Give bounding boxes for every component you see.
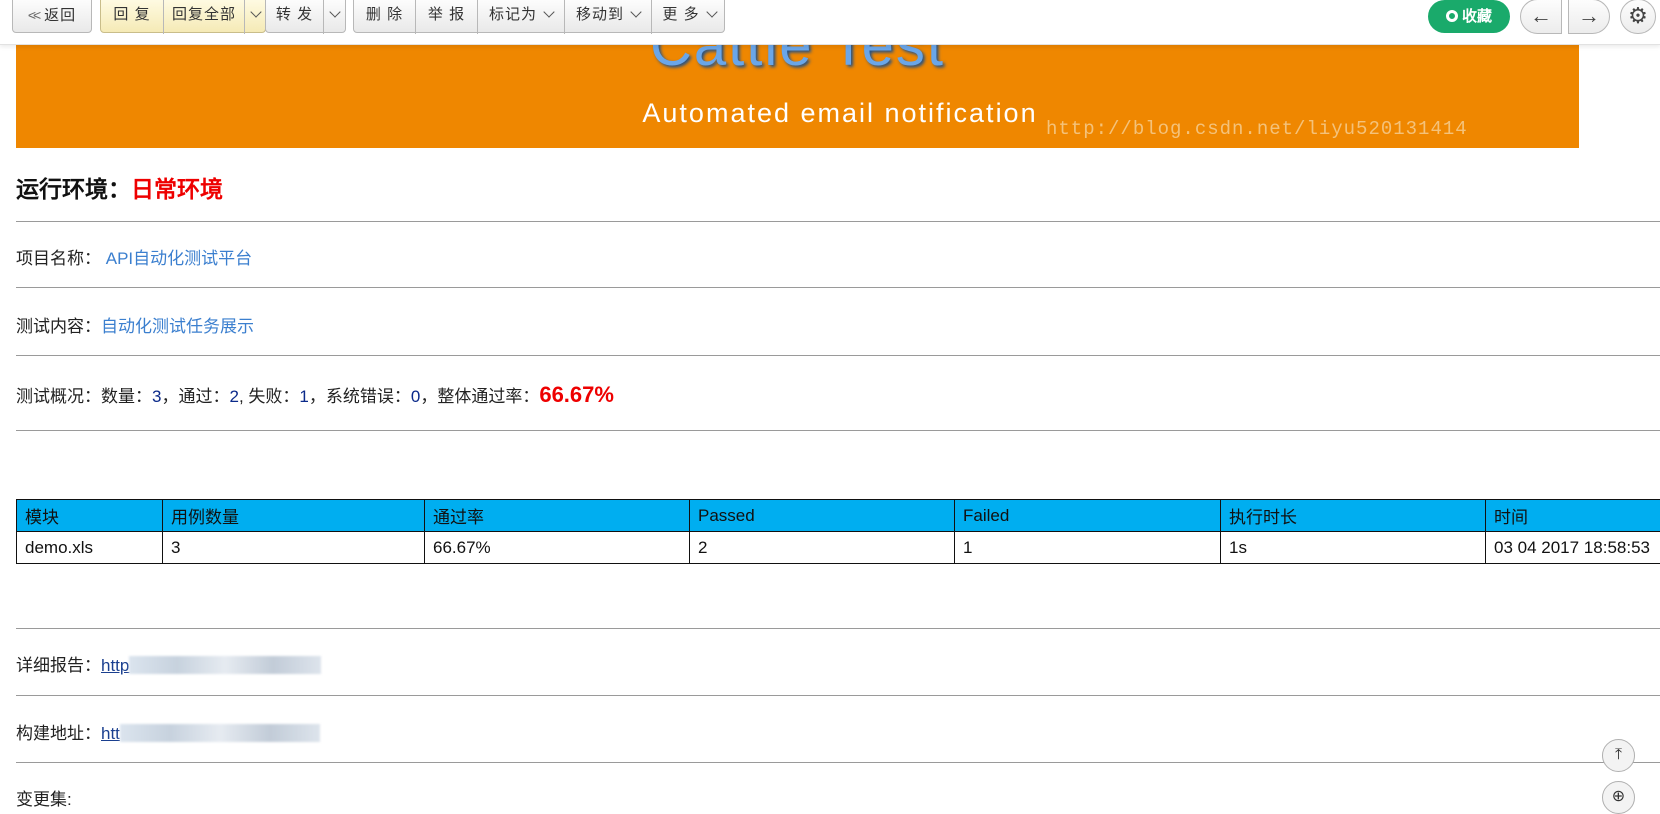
double-chevron-left-icon: <<	[28, 7, 38, 23]
test-content: 测试内容：自动化测试任务展示	[16, 312, 254, 337]
redacted-url	[120, 724, 320, 742]
environment-value: 日常环境	[131, 176, 223, 202]
divider	[16, 221, 1660, 222]
forward-dropdown[interactable]	[324, 0, 346, 32]
project-name-value: API自动化测试平台	[106, 249, 252, 268]
test-content-value: 自动化测试任务展示	[101, 317, 254, 336]
arrow-up-to-top-icon: ⤒	[1615, 746, 1622, 763]
banner-watermark: http://blog.csdn.net/liyu520131414	[1046, 118, 1468, 140]
chevron-down-icon	[329, 6, 340, 17]
mark-as-dropdown[interactable]: 标记为	[478, 0, 564, 32]
redacted-url	[129, 656, 321, 674]
favorite-button[interactable]: 收藏	[1428, 0, 1510, 33]
back-to-top-button[interactable]: ⤒	[1602, 739, 1635, 772]
column-header: 执行时长	[1221, 500, 1486, 532]
test-summary: 测试概况：数量：3，通过：2, 失败：1，系统错误：0，整体通过率：66.67%	[16, 382, 614, 408]
favorite-icon	[1446, 10, 1458, 22]
column-header: 用例数量	[163, 500, 425, 532]
column-header: Passed	[690, 500, 955, 532]
pass-count: 2	[229, 387, 238, 406]
pass-rate: 66.67%	[539, 382, 614, 407]
column-header: 时间	[1486, 500, 1660, 532]
divider	[16, 355, 1660, 356]
forward-group: 转 发	[265, 0, 346, 33]
back-button[interactable]: <<返回	[12, 0, 92, 33]
forward-button[interactable]: 转 发	[266, 0, 323, 32]
divider	[16, 430, 1660, 431]
fail-count: 1	[299, 387, 308, 406]
reply-button[interactable]: 回 复	[101, 0, 163, 32]
table-cell: 1	[955, 532, 1221, 564]
detail-report-link[interactable]: http	[101, 656, 129, 675]
delete-button[interactable]: 删 除	[354, 0, 415, 32]
next-mail-button[interactable]: →	[1568, 0, 1610, 34]
more-dropdown[interactable]: 更 多	[652, 0, 726, 32]
table-cell: 2	[690, 532, 955, 564]
build-url-link[interactable]: htt	[101, 724, 120, 743]
table-row: demo.xls 3 66.67% 2 1 1s 03 04 2017 18:5…	[17, 532, 1660, 564]
reply-all-dropdown[interactable]	[245, 0, 267, 32]
chevron-down-icon	[630, 6, 641, 17]
run-environment: 运行环境：日常环境	[16, 170, 223, 204]
results-table: 模块 用例数量 通过率 Passed Failed 执行时长 时间 demo.x…	[16, 499, 1660, 564]
gear-icon: ⚙	[1628, 3, 1648, 28]
move-to-dropdown[interactable]: 移动到	[565, 0, 651, 32]
action-group: 删 除 举 报 标记为 移动到 更 多	[353, 0, 725, 33]
column-header: 通过率	[425, 500, 690, 532]
chevron-down-icon	[706, 6, 717, 17]
table-cell: 3	[163, 532, 425, 564]
reply-group: 回 复 回复全部	[100, 0, 266, 33]
report-banner: Cattle Test Automated email notification…	[16, 40, 1579, 148]
zoom-icon: ⊕	[1612, 788, 1625, 805]
mail-toolbar: <<返回 回 复 回复全部 转 发 删 除 举 报 标记为	[0, 0, 1660, 45]
divider	[16, 695, 1660, 696]
banner-title: Cattle Test	[16, 40, 1579, 79]
chevron-down-icon	[543, 6, 554, 17]
arrow-left-icon: ←	[1530, 3, 1552, 28]
table-cell: 66.67%	[425, 532, 690, 564]
column-header: Failed	[955, 500, 1221, 532]
arrow-right-icon: →	[1578, 3, 1600, 28]
report-spam-button[interactable]: 举 报	[416, 0, 477, 32]
project-name: 项目名称： API自动化测试平台	[16, 244, 252, 269]
column-header: 模块	[17, 500, 163, 532]
table-cell: 1s	[1221, 532, 1486, 564]
detail-report: 详细报告：http	[16, 651, 321, 676]
table-cell: demo.xls	[17, 532, 163, 564]
divider	[16, 628, 1660, 629]
error-count: 0	[411, 387, 420, 406]
divider	[16, 287, 1660, 288]
table-cell: 03 04 2017 18:58:53	[1486, 532, 1660, 564]
table-header-row: 模块 用例数量 通过率 Passed Failed 执行时长 时间	[17, 500, 1660, 532]
chevron-down-icon	[250, 6, 261, 17]
settings-button[interactable]: ⚙	[1620, 0, 1656, 34]
divider	[16, 762, 1660, 763]
reply-all-button[interactable]: 回复全部	[164, 0, 244, 32]
build-url: 构建地址：htt	[16, 719, 320, 744]
prev-mail-button[interactable]: ←	[1520, 0, 1562, 34]
